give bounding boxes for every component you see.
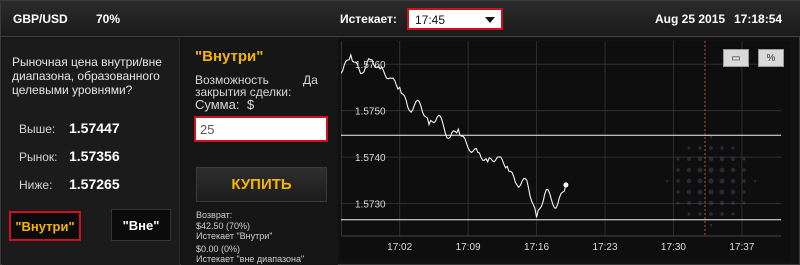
early-close-label: Возможность закрытия сделки:	[195, 73, 292, 99]
globe-dot	[697, 178, 703, 184]
globe-dot	[742, 157, 746, 161]
market-price-label: Рынок:	[19, 150, 58, 164]
expiry-value: 17:45	[415, 13, 446, 27]
globe-dot	[676, 201, 680, 205]
globe-dot	[676, 190, 680, 194]
selected-mode-title: "Внутри"	[195, 48, 264, 65]
upper-level-label: Выше:	[19, 122, 56, 136]
globe-dot	[708, 189, 714, 195]
globe-dot	[686, 178, 692, 184]
payout-outside-label: Истекает "вне диапазона"	[196, 254, 305, 264]
globe-dot	[719, 167, 725, 173]
globe-dot	[676, 157, 680, 161]
globe-dot	[708, 167, 714, 173]
price-chart[interactable]: 1.5760 1.5750 1.5740 1.5730 17:02 17:09 17:16 1…	[340, 41, 791, 261]
inside-button[interactable]: "Внутри"	[9, 211, 81, 241]
globe-dot	[730, 167, 736, 173]
globe-dot	[709, 212, 713, 216]
globe-dot	[742, 190, 746, 194]
globe-dot	[697, 156, 703, 162]
globe-dot	[697, 189, 703, 195]
amount-label: Сумма:	[195, 97, 240, 112]
upper-level-value: 1.57447	[69, 120, 120, 136]
lower-level-label: Ниже:	[19, 178, 53, 192]
x-tick-label: 17:37	[729, 242, 754, 253]
globe-dot	[709, 135, 713, 139]
payout-outside-amount: $0.00 (0%)	[196, 244, 241, 254]
payout-title: Возврат:	[196, 210, 233, 220]
payout-percent: 70%	[96, 12, 121, 26]
trading-widget: GBP/USD 70% Истекает: 17:45 Aug 25 2015 …	[0, 0, 800, 265]
percent-icon[interactable]: %	[758, 49, 784, 67]
asset-name: GBP/USD	[13, 12, 68, 26]
chart-svg: 1.5760 1.5750 1.5740 1.5730 17:02 17:09 17:16 1…	[340, 41, 791, 261]
globe-dot	[687, 146, 691, 150]
lower-level-value: 1.57265	[69, 176, 120, 192]
globe-dot	[731, 201, 735, 205]
globe-dot	[709, 146, 713, 150]
globe-dot	[719, 200, 725, 206]
globe-dot	[720, 212, 724, 216]
current-time: 17:18:54	[734, 12, 783, 26]
currency-symbol: $	[247, 97, 255, 112]
market-price-value: 1.57356	[69, 148, 120, 164]
globe-dot	[687, 157, 691, 161]
globe-dot	[709, 223, 713, 227]
globe-dot	[719, 156, 725, 162]
x-tick-label: 17:23	[592, 242, 617, 253]
globe-dot	[686, 189, 692, 195]
x-tick-label: 17:16	[524, 242, 549, 253]
globe-dot	[720, 146, 724, 150]
globe-dot	[719, 178, 725, 184]
y-tick-label: 1.5760	[355, 60, 386, 71]
globe-dot	[686, 167, 692, 173]
top-bar: GBP/USD 70% Истекает: 17:45 Aug 25 2015 …	[1, 1, 800, 37]
globe-dot	[698, 212, 702, 216]
globe-dot	[730, 189, 736, 195]
globe-dot	[687, 212, 691, 216]
x-tick-label: 17:09	[456, 242, 481, 253]
outside-button[interactable]: "Вне"	[111, 209, 171, 241]
globe-dot	[742, 179, 746, 183]
x-tick-label: 17:02	[387, 242, 412, 253]
payout-inside-amount: $42.50 (70%)	[196, 221, 251, 231]
candles-icon[interactable]: ▭	[723, 49, 749, 67]
globe-dot	[719, 189, 725, 195]
globe-dot	[742, 201, 746, 205]
globe-dot	[687, 201, 691, 205]
expiry-dropdown[interactable]: 17:45	[407, 8, 503, 30]
globe-dot	[730, 178, 736, 184]
y-tick-label: 1.5750	[355, 107, 386, 118]
expiry-label: Истекает:	[340, 12, 397, 26]
current-price-point	[563, 182, 569, 188]
payout-inside-label: Истекает "Внутри"	[196, 231, 273, 241]
y-tick-label: 1.5730	[355, 200, 386, 211]
globe-dot	[708, 156, 714, 162]
chevron-down-icon	[485, 17, 495, 23]
globe-dot	[676, 168, 680, 172]
globe-dot	[708, 200, 714, 206]
globe-dot	[731, 157, 735, 161]
globe-dot	[697, 167, 703, 173]
globe-dot	[731, 212, 735, 216]
range-question: Рыночная цена внутри/вне диапазона, обра…	[12, 55, 162, 97]
globe-dot	[697, 200, 703, 206]
early-close-value: Да	[303, 73, 318, 87]
amount-input[interactable]	[194, 116, 328, 142]
globe-dot	[731, 146, 735, 150]
chart-background	[341, 41, 791, 261]
globe-dot	[698, 146, 702, 150]
globe-dot	[742, 168, 746, 172]
current-date: Aug 25 2015	[655, 12, 726, 26]
y-tick-label: 1.5740	[355, 153, 386, 164]
x-tick-label: 17:30	[661, 242, 686, 253]
buy-button[interactable]: КУПИТЬ	[196, 167, 327, 202]
globe-dot	[665, 179, 669, 183]
globe-dot	[753, 179, 757, 183]
globe-dot	[676, 179, 680, 183]
globe-dot	[708, 178, 714, 184]
